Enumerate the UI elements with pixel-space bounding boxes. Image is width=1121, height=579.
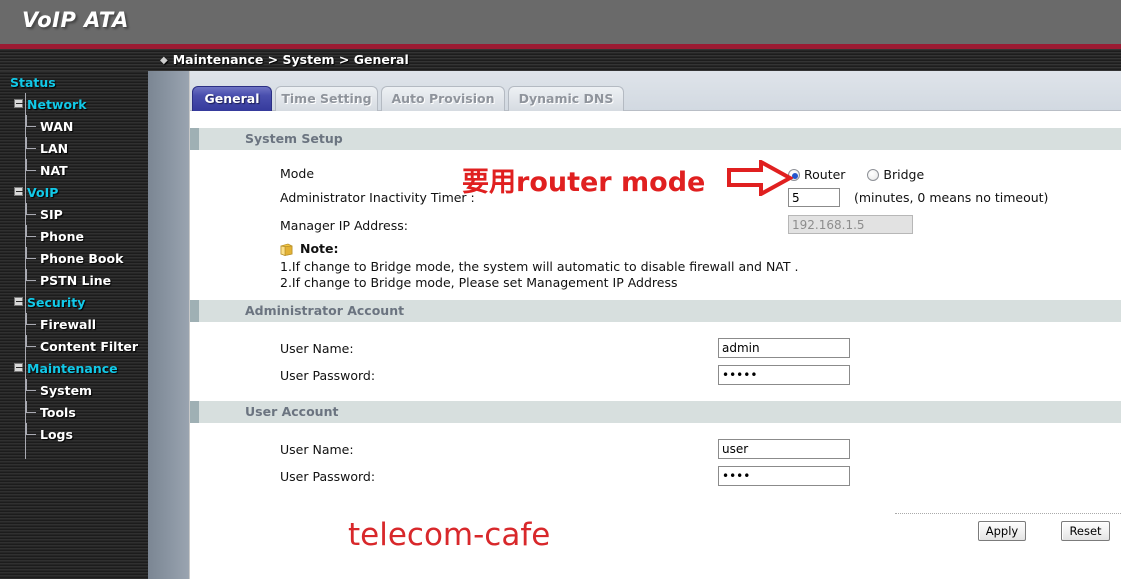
sidebar-item-sip[interactable]: SIP (0, 203, 148, 225)
section-header-user-account: User Account (190, 401, 1121, 423)
sidebar-item-phone-book[interactable]: Phone Book (0, 247, 148, 269)
note-icon (280, 241, 294, 257)
sidebar-item-label: Status (10, 75, 56, 90)
sidebar-item-content-filter[interactable]: Content Filter (0, 335, 148, 357)
radio-option-bridge[interactable]: Bridge (867, 167, 924, 182)
sidebar-item-label: WAN (40, 119, 74, 134)
sidebar-item-security[interactable]: Security (0, 291, 148, 313)
label-user-username: User Name: (280, 442, 354, 457)
sidebar-item-label: Network (27, 97, 87, 112)
label-inactivity-timer: Administrator Inactivity Timer : (280, 190, 475, 205)
actions-separator (895, 513, 1121, 514)
tab-general[interactable]: General (192, 86, 272, 111)
sidebar-item-network[interactable]: Network (0, 93, 148, 115)
sidebar-item-system[interactable]: System (0, 379, 148, 401)
sidebar-item-label: Maintenance (27, 361, 118, 376)
label-manager-ip: Manager IP Address: (280, 218, 408, 233)
sidebar-gutter (148, 71, 190, 579)
label-admin-username: User Name: (280, 341, 354, 356)
sidebar-item-nat[interactable]: NAT (0, 159, 148, 181)
sidebar-item-pstn-line[interactable]: PSTN Line (0, 269, 148, 291)
user-username-input[interactable] (718, 439, 850, 459)
note-line-1: 1.If change to Bridge mode, the system w… (280, 259, 799, 274)
admin-password-input[interactable] (718, 365, 850, 385)
sidebar-item-label: LAN (40, 141, 69, 156)
annotation-watermark: telecom-cafe (348, 517, 551, 553)
label-admin-password: User Password: (280, 368, 376, 383)
radio-router-label: Router (804, 167, 846, 182)
inactivity-timer-hint: (minutes, 0 means no timeout) (854, 190, 1049, 205)
app-banner: VoIP ATA (0, 0, 1121, 44)
radio-option-router[interactable]: Router (788, 167, 845, 182)
sidebar-item-label: PSTN Line (40, 273, 112, 288)
sidebar: Status Network WAN LAN NAT VoIP SIP Phone Phone … (0, 71, 148, 579)
diamond-icon: ◆ (160, 55, 168, 66)
tab-strip: General Time Setting Auto Provision Dyna… (190, 71, 1121, 111)
sidebar-item-label: Logs (40, 427, 73, 442)
sidebar-item-label: Security (27, 295, 86, 310)
section-header-system-setup: System Setup (190, 128, 1121, 150)
radio-bridge-label: Bridge (883, 167, 925, 182)
apply-button[interactable]: Apply (978, 521, 1026, 541)
sidebar-item-lan[interactable]: LAN (0, 137, 148, 159)
sidebar-item-label: Firewall (40, 317, 97, 332)
sidebar-item-label: Tools (40, 405, 76, 420)
sidebar-item-tools[interactable]: Tools (0, 401, 148, 423)
user-password-input[interactable] (718, 466, 850, 486)
sidebar-item-status[interactable]: Status (0, 71, 148, 93)
section-title-user-account: User Account (245, 404, 339, 419)
page-root: VoIP ATA ◆ Maintenance > System > General… (0, 0, 1121, 579)
app-logo: VoIP ATA (22, 8, 129, 32)
sidebar-item-phone[interactable]: Phone (0, 225, 148, 247)
breadcrumb-text: Maintenance > System > General (172, 52, 409, 67)
admin-username-input[interactable] (718, 338, 850, 358)
inactivity-timer-input[interactable] (788, 188, 840, 207)
breadcrumb: ◆ Maintenance > System > General (160, 52, 409, 67)
expander-collapse-icon[interactable] (14, 99, 23, 108)
tab-time-setting[interactable]: Time Setting (275, 86, 378, 111)
section-header-admin-account: Administrator Account (190, 300, 1121, 322)
breadcrumb-bar: ◆ Maintenance > System > General (0, 49, 1121, 71)
annotation-mode-note: 要用router mode (462, 167, 706, 198)
content-pane: General Time Setting Auto Provision Dyna… (190, 71, 1121, 579)
note-title: Note: (300, 241, 339, 256)
manager-ip-input[interactable] (788, 215, 913, 234)
sidebar-item-label: Phone (40, 229, 85, 244)
reset-button[interactable]: Reset (1061, 521, 1110, 541)
sidebar-item-voip[interactable]: VoIP (0, 181, 148, 203)
section-title-admin-account: Administrator Account (245, 303, 405, 318)
section-title-system-setup: System Setup (245, 131, 343, 146)
expander-collapse-icon[interactable] (14, 297, 23, 306)
right-arrow-annotation-icon (727, 158, 795, 200)
label-user-password: User Password: (280, 469, 376, 484)
sidebar-nav: Status Network WAN LAN NAT VoIP SIP Phone Phone … (0, 71, 148, 445)
sidebar-item-label: Content Filter (40, 339, 139, 354)
tab-auto-provision[interactable]: Auto Provision (381, 86, 505, 111)
sidebar-item-label: SIP (40, 207, 63, 222)
sidebar-item-label: Phone Book (40, 251, 124, 266)
note-line-2: 2.If change to Bridge mode, Please set M… (280, 275, 678, 290)
mode-radio-group[interactable]: Router Bridge (788, 167, 924, 182)
sidebar-item-firewall[interactable]: Firewall (0, 313, 148, 335)
label-mode: Mode (280, 166, 315, 181)
sidebar-item-label: NAT (40, 163, 68, 178)
expander-collapse-icon[interactable] (14, 363, 23, 372)
sidebar-item-wan[interactable]: WAN (0, 115, 148, 137)
sidebar-item-logs[interactable]: Logs (0, 423, 148, 445)
sidebar-item-label: System (40, 383, 93, 398)
sidebar-item-label: VoIP (27, 185, 59, 200)
sidebar-item-maintenance[interactable]: Maintenance (0, 357, 148, 379)
radio-bridge-icon[interactable] (867, 169, 880, 181)
expander-collapse-icon[interactable] (14, 187, 23, 196)
tab-dynamic-dns[interactable]: Dynamic DNS (508, 86, 624, 111)
